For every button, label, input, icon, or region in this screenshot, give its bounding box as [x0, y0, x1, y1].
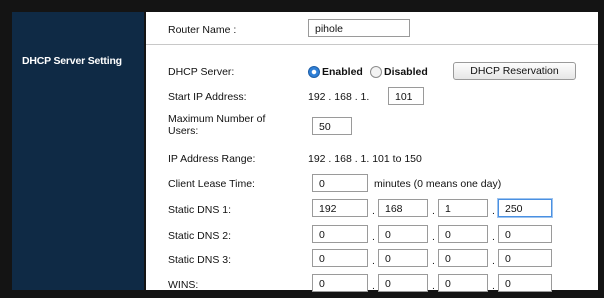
dot-separator: .: [492, 255, 495, 267]
dhcp-enabled-radio[interactable]: [308, 66, 320, 78]
dhcp-reservation-button[interactable]: DHCP Reservation: [453, 62, 576, 80]
static-dns1-label: Static DNS 1:: [168, 204, 232, 216]
dot-separator: .: [372, 280, 375, 292]
dot-separator: .: [492, 205, 495, 217]
static-dns1-octet4-input[interactable]: 250: [498, 199, 552, 217]
wins-octet4-input[interactable]: 0: [498, 274, 552, 292]
divider: [146, 44, 598, 45]
static-dns3-label: Static DNS 3:: [168, 254, 232, 266]
wins-octet3-input[interactable]: 0: [438, 274, 488, 292]
max-users-input[interactable]: 50: [312, 117, 352, 135]
static-dns1-octet2-input[interactable]: 168: [378, 199, 428, 217]
section-title: DHCP Server Setting: [22, 55, 122, 67]
static-dns1-octet3-input[interactable]: 1: [438, 199, 488, 217]
static-dns2-octet2-input[interactable]: 0: [378, 225, 428, 243]
wins-octet2-input[interactable]: 0: [378, 274, 428, 292]
dot-separator: .: [432, 280, 435, 292]
dot-separator: .: [432, 205, 435, 217]
static-dns3-octet3-input[interactable]: 0: [438, 249, 488, 267]
wins-label: WINS:: [168, 279, 199, 291]
start-ip-label: Start IP Address:: [168, 91, 247, 103]
dot-separator: .: [492, 280, 495, 292]
static-dns2-octet3-input[interactable]: 0: [438, 225, 488, 243]
dot-separator: .: [432, 255, 435, 267]
ip-range-label: IP Address Range:: [168, 153, 256, 165]
dot-separator: .: [372, 205, 375, 217]
static-dns3-octet4-input[interactable]: 0: [498, 249, 552, 267]
start-ip-prefix: 192 . 168 . 1.: [308, 91, 370, 103]
router-name-input[interactable]: pihole: [308, 19, 410, 37]
static-dns1-octet1-input[interactable]: 192: [312, 199, 368, 217]
ip-range-value: 192 . 168 . 1. 101 to 150: [308, 153, 422, 165]
lease-time-input[interactable]: 0: [312, 174, 368, 192]
static-dns2-octet1-input[interactable]: 0: [312, 225, 368, 243]
static-dns3-octet1-input[interactable]: 0: [312, 249, 368, 267]
static-dns2-label: Static DNS 2:: [168, 230, 232, 242]
dhcp-server-label: DHCP Server:: [168, 66, 235, 78]
sidebar-section: [12, 12, 144, 290]
router-name-label: Router Name :: [168, 24, 237, 36]
dhcp-disabled-radio[interactable]: [370, 66, 382, 78]
start-ip-last-octet-input[interactable]: 101: [388, 87, 424, 105]
lease-time-suffix: minutes (0 means one day): [374, 178, 502, 190]
dot-separator: .: [492, 231, 495, 243]
dot-separator: .: [372, 255, 375, 267]
max-users-label-line1: Maximum Number of: [168, 113, 266, 125]
lease-time-label: Client Lease Time:: [168, 178, 255, 190]
dot-separator: .: [432, 231, 435, 243]
dot-separator: .: [372, 231, 375, 243]
static-dns3-octet2-input[interactable]: 0: [378, 249, 428, 267]
static-dns2-octet4-input[interactable]: 0: [498, 225, 552, 243]
max-users-label-line2: Users:: [168, 125, 199, 137]
wins-octet1-input[interactable]: 0: [312, 274, 368, 292]
dhcp-enabled-label[interactable]: Enabled: [322, 66, 363, 78]
dhcp-disabled-label[interactable]: Disabled: [384, 66, 428, 78]
